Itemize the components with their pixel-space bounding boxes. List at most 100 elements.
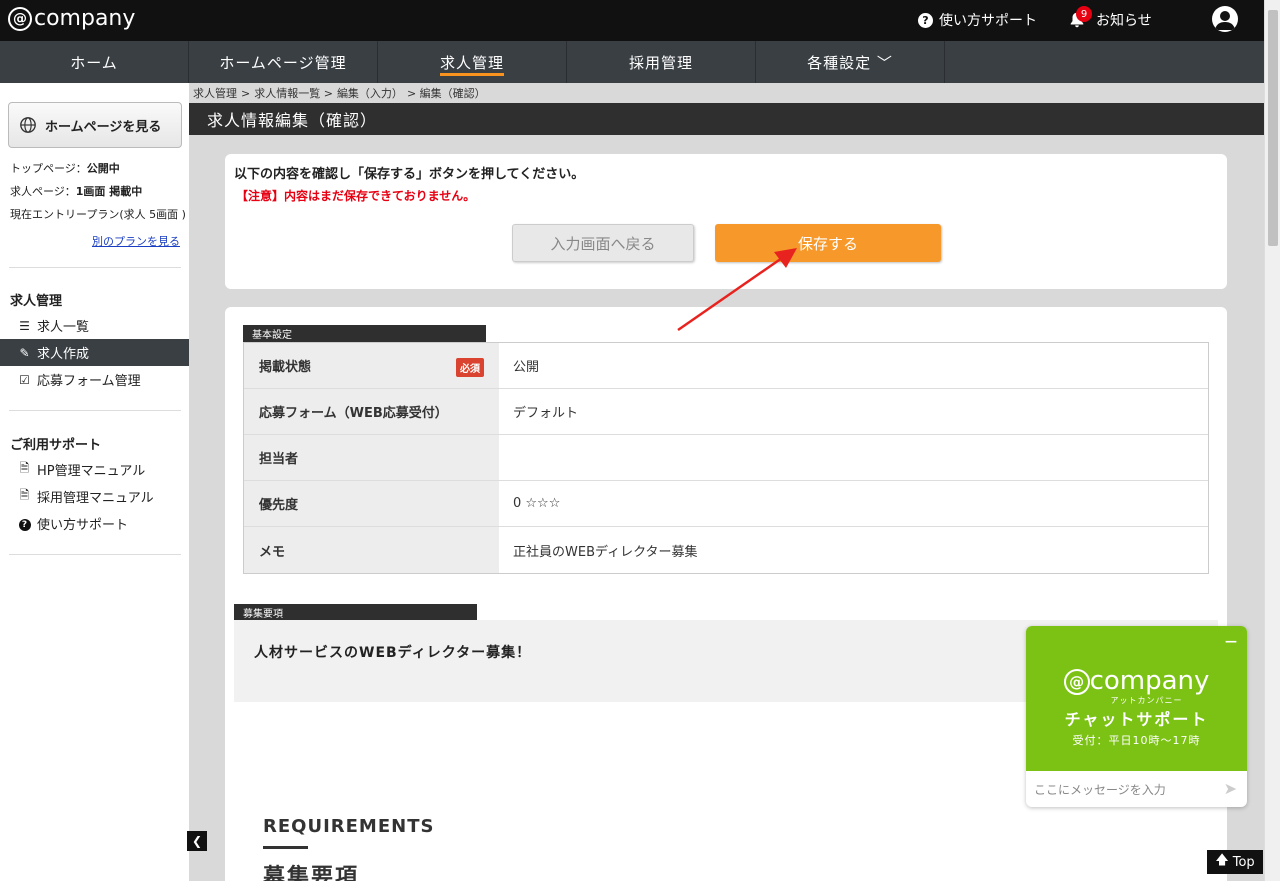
chat-support-widget[interactable]: — @ company アットカンパニー チャットサポート 受付：平日10時〜17… — [1026, 626, 1247, 807]
job-page-status-value: 1画面 掲載中 — [75, 185, 143, 198]
table-row: 担当者 — [244, 435, 1208, 481]
chat-logo-kana: アットカンパニー — [1110, 696, 1183, 705]
page-title: 求人情報編集（確認） — [189, 103, 1264, 135]
breadcrumb-item[interactable]: 求人情報一覧 > — [254, 85, 333, 101]
sidebar-item-job-create[interactable]: ✎ 求人作成 — [0, 339, 189, 366]
support-link[interactable]: ? 使い方サポート — [918, 10, 1037, 30]
breadcrumb-separator: > — [241, 86, 251, 100]
sidebar-item-application-form[interactable]: ☑ 応募フォーム管理 — [0, 366, 189, 393]
confirm-card: 以下の内容を確認し「保存する」ボタンを押してください。 【注意】内容はまだ保存で… — [225, 154, 1227, 289]
main-nav: ホーム ホームページ管理 求人管理 採用管理 各種設定 ﹀ — [0, 41, 1264, 83]
table-row: 掲載状態 必須 公開 — [244, 343, 1208, 389]
chat-hours: 受付：平日10時〜17時 — [1072, 734, 1201, 747]
row-value: デフォルト — [513, 406, 579, 421]
sidebar-item-label: 応募フォーム管理 — [37, 374, 141, 389]
list-icon: ☰ — [19, 318, 30, 333]
table-row: 優先度 0 ☆☆☆ — [244, 481, 1208, 527]
chat-logo-text: company — [1089, 666, 1210, 696]
notice-label: お知らせ — [1096, 13, 1152, 29]
sidebar: ホームページを見る トップページ：公開中 求人ページ：1画面 掲載中 現在エント… — [0, 83, 189, 881]
row-value: 正社員のWEBディレクター募集 — [513, 544, 698, 560]
sidebar-item-label: 採用管理マニュアル — [37, 491, 154, 506]
breadcrumb-current: > 編集（確認） — [406, 87, 486, 100]
sidebar-divider — [9, 554, 181, 555]
save-button[interactable]: 保存する — [715, 224, 941, 262]
view-homepage-label: ホームページを見る — [45, 119, 162, 135]
nav-homepage-management[interactable]: ホームページ管理 — [189, 41, 378, 83]
scrollbar-thumb[interactable] — [1268, 10, 1278, 246]
pdf-icon: 🗎 — [19, 488, 30, 502]
pdf-icon: 🗎 — [19, 461, 30, 475]
sidebar-item-usage-support[interactable]: ? 使い方サポート — [0, 510, 189, 537]
row-value — [499, 435, 1208, 480]
nav-home[interactable]: ホーム — [0, 41, 189, 83]
arrow-up-icon: 🡅 — [1215, 853, 1229, 868]
sidebar-divider — [9, 410, 181, 411]
chat-header: — @ company アットカンパニー チャットサポート 受付：平日10時〜17… — [1026, 626, 1247, 771]
row-value: 公開 — [513, 360, 540, 375]
sidebar-section-support: ご利用サポート — [10, 438, 102, 453]
current-plan: 現在エントリープラン(求人 5画面 ) — [10, 208, 186, 221]
section-label-recruit: 募集要項 — [234, 604, 477, 620]
nav-recruit-management[interactable]: 採用管理 — [567, 41, 756, 83]
breadcrumb-item[interactable]: 求人管理 — [193, 85, 237, 101]
table-row: メモ 正社員のWEBディレクター募集 — [244, 527, 1208, 573]
job-page-label: 求人ページ： — [10, 185, 76, 198]
other-plan-link[interactable]: 別のプランを見る — [92, 233, 180, 249]
table-row: 応募フォーム（WEB応募受付） デフォルト — [244, 389, 1208, 435]
requirements-underline — [263, 846, 308, 849]
chat-minimize-button[interactable]: — — [1225, 634, 1237, 648]
basic-settings-table: 掲載状態 必須 公開 応募フォーム（WEB応募受付） デフォルト 担当者 優先度… — [243, 342, 1209, 574]
back-to-top-label: Top — [1232, 854, 1255, 870]
logo-text: company — [34, 6, 136, 31]
company-logo[interactable]: @ company — [8, 6, 135, 31]
sidebar-item-recruit-manual[interactable]: 🗎 採用管理マニュアル — [0, 483, 189, 510]
job-page-status: 求人ページ：1画面 掲載中 — [10, 183, 142, 199]
sidebar-item-label: 求人作成 — [37, 347, 90, 362]
sidebar-item-label: 求人一覧 — [37, 320, 90, 335]
view-homepage-button[interactable]: ホームページを見る — [8, 102, 182, 148]
sidebar-item-job-list[interactable]: ☰ 求人一覧 — [0, 312, 189, 339]
chat-logo-at-mark: @ — [1063, 668, 1090, 695]
sidebar-item-label: 使い方サポート — [37, 518, 129, 533]
back-to-top-button[interactable]: 🡅 Top — [1207, 850, 1263, 874]
nav-settings[interactable]: 各種設定 ﹀ — [756, 41, 945, 83]
question-icon: ? — [18, 516, 31, 531]
sidebar-section-job-management: 求人管理 — [10, 294, 63, 309]
row-label: メモ — [244, 527, 499, 573]
confirm-message: 以下の内容を確認し「保存する」ボタンを押してください。 — [234, 167, 585, 182]
row-label: 優先度 — [244, 481, 499, 526]
logo-at-mark: @ — [8, 6, 32, 31]
row-label: 応募フォーム（WEB応募受付） — [244, 389, 499, 434]
chat-title: チャットサポート — [1064, 710, 1209, 729]
nav-job-management[interactable]: 求人管理 — [378, 41, 567, 83]
sidebar-collapse-button[interactable]: ❮ — [187, 831, 207, 851]
sidebar-divider — [9, 267, 181, 268]
requirements-heading-jp: 募集要項 — [263, 865, 360, 881]
chat-logo: @ company — [1026, 666, 1247, 696]
support-label: 使い方サポート — [939, 13, 1037, 29]
required-tag: 必須 — [456, 358, 484, 377]
notice-count-badge: 9 — [1076, 6, 1092, 22]
back-to-input-button[interactable]: 入力画面へ戻る — [512, 224, 694, 262]
row-value: 0 ☆☆☆ — [513, 496, 561, 511]
send-icon[interactable]: ➤ — [1224, 779, 1237, 798]
top-page-status-value: 公開中 — [86, 162, 120, 175]
bell-icon: 9 — [1068, 6, 1092, 29]
sidebar-item-label: HP管理マニュアル — [37, 464, 146, 479]
user-avatar-icon[interactable] — [1212, 6, 1238, 32]
row-label: 掲載状態 必須 — [244, 343, 499, 388]
warning-message: 【注意】内容はまだ保存できておりません。 — [236, 189, 476, 203]
globe-icon — [20, 117, 36, 133]
checkbox-icon: ☑ — [19, 372, 30, 387]
breadcrumb-item[interactable]: 編集（入力） — [337, 85, 403, 101]
sidebar-item-hp-manual[interactable]: 🗎 HP管理マニュアル — [0, 456, 189, 483]
requirements-heading: REQUIREMENTS — [263, 816, 435, 837]
chat-message-input[interactable]: ここにメッセージを入力 — [1034, 781, 1166, 798]
notice-link[interactable]: 9 お知らせ — [1068, 6, 1152, 30]
question-icon: ? — [918, 12, 933, 28]
top-header: @ company ? 使い方サポート 9 お知らせ — [0, 0, 1264, 41]
top-page-label: トップページ： — [10, 162, 87, 175]
recruit-summary-text: 人材サービスのWEBディレクター募集！ — [254, 645, 532, 661]
page-scrollbar[interactable] — [1264, 0, 1280, 881]
